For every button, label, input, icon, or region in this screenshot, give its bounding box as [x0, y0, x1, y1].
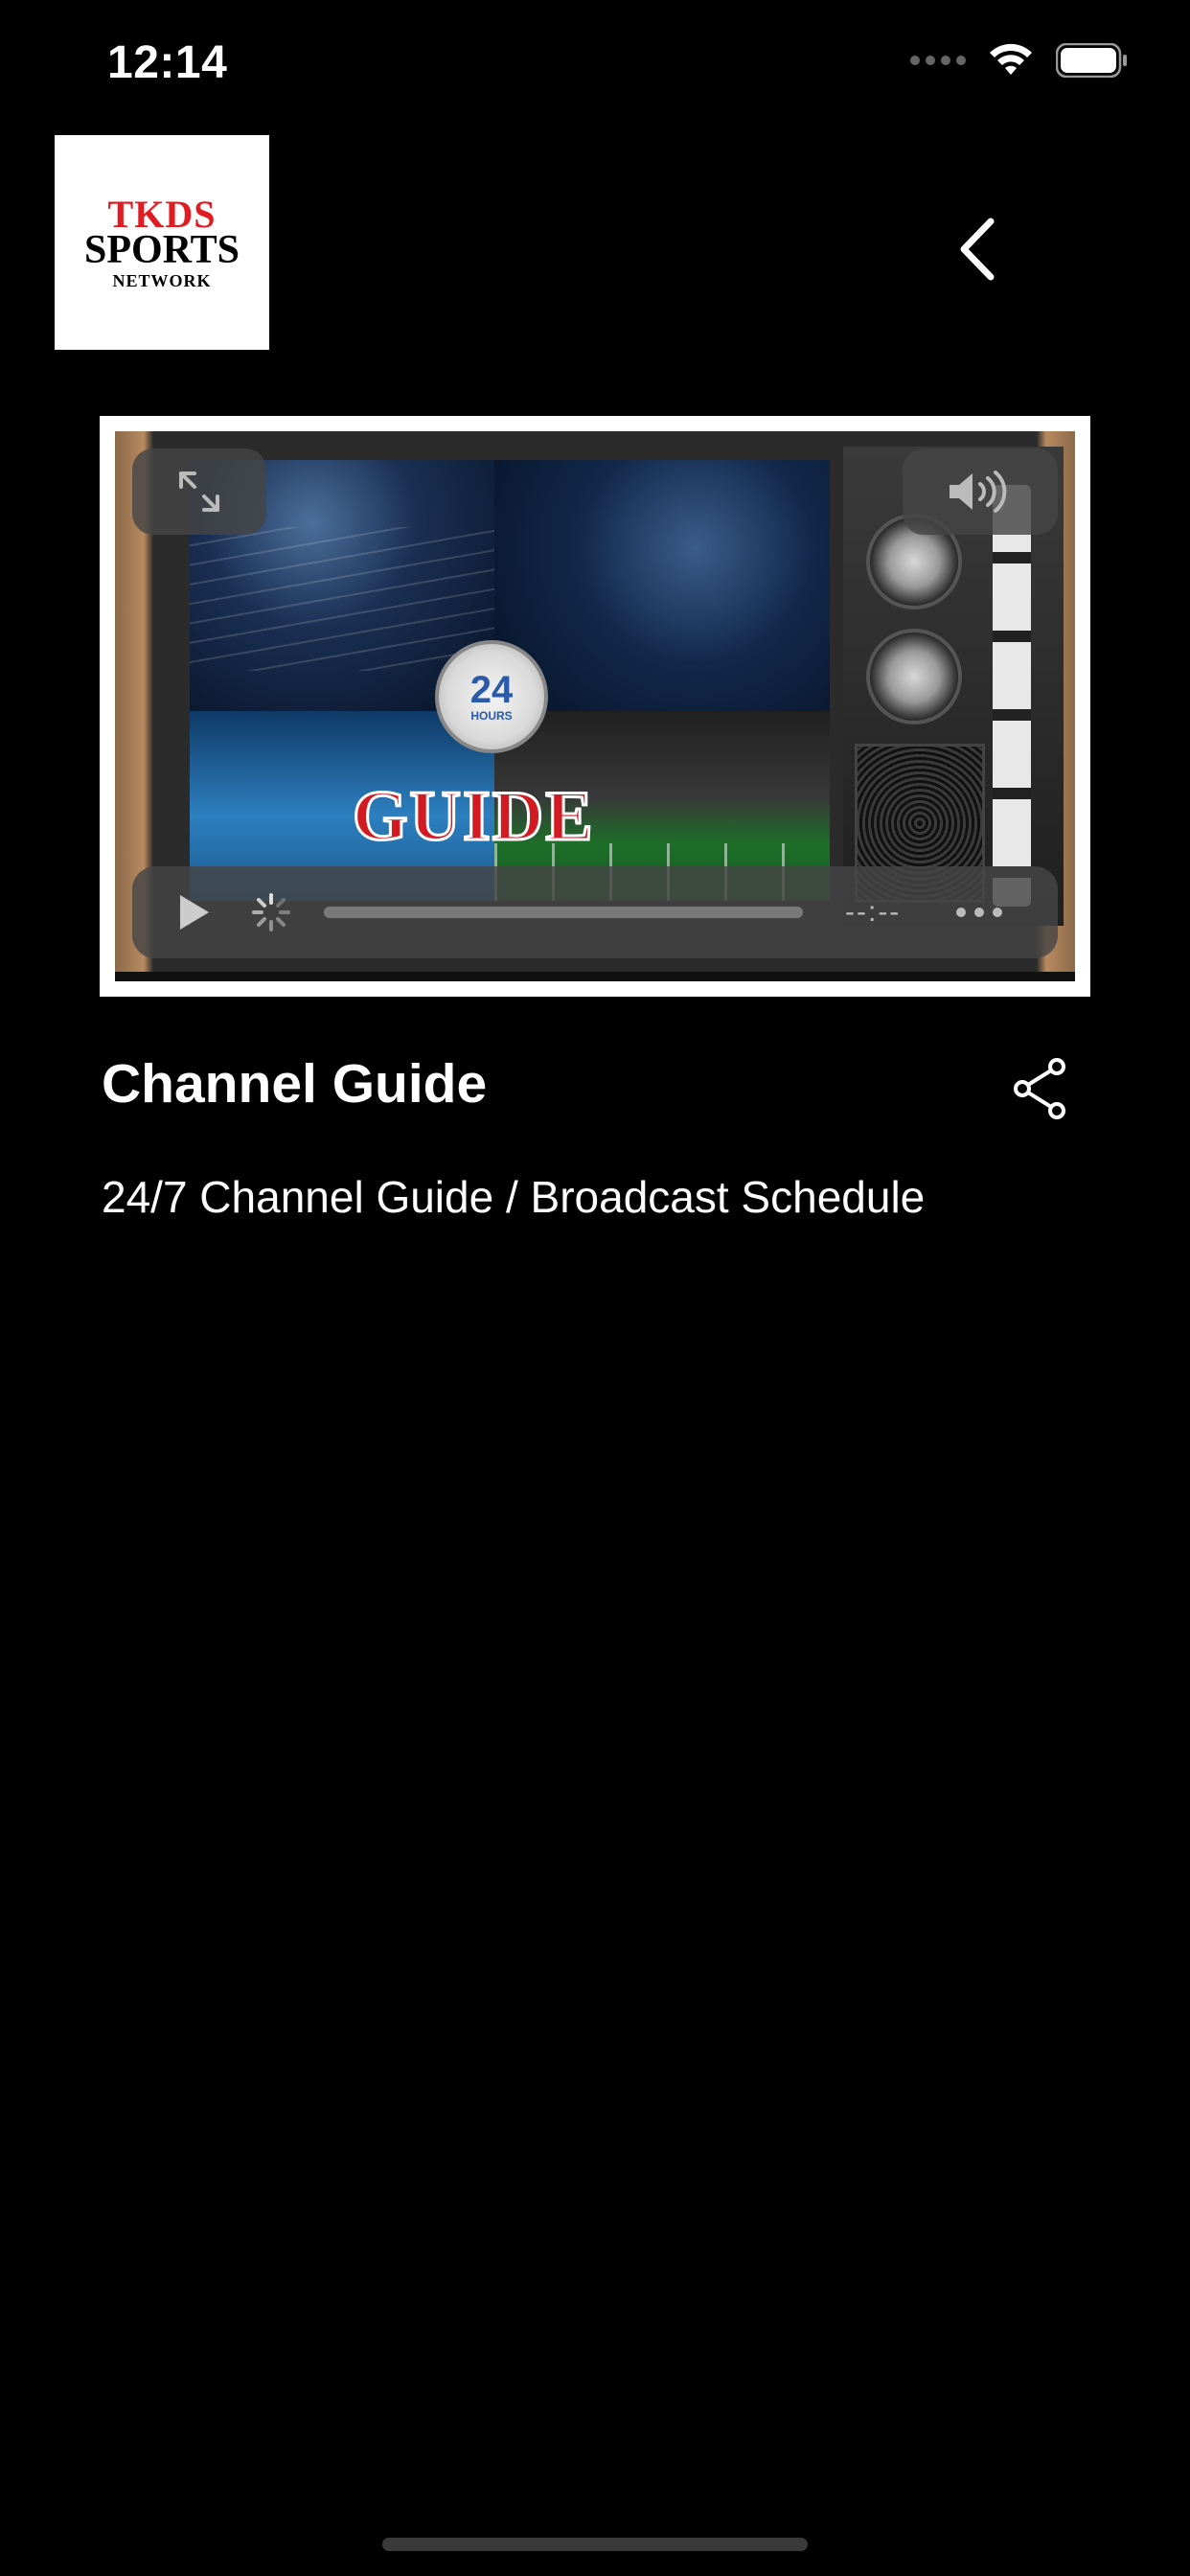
signal-icon — [910, 56, 966, 65]
speaker-icon — [950, 471, 1007, 513]
tkds-logo: TKDS SPORTS NETWORK — [55, 135, 269, 350]
page-title: Channel Guide — [102, 1053, 488, 1115]
clock-badge: 24 HOURS — [435, 640, 548, 753]
guide-text: GUIDE — [352, 776, 595, 858]
tv-screen: 24 HOURS GUIDE — [190, 460, 830, 901]
home-indicator[interactable] — [382, 2538, 808, 2551]
loading-indicator — [247, 888, 295, 936]
knob-icon — [866, 629, 962, 724]
wifi-icon — [990, 43, 1032, 75]
fullscreen-button[interactable] — [132, 448, 266, 535]
play-icon — [180, 895, 209, 930]
share-icon — [1014, 1058, 1065, 1119]
back-button[interactable] — [949, 211, 1006, 288]
battery-icon — [1056, 43, 1127, 78]
clock-label: HOURS — [470, 709, 513, 723]
playback-controls: --:-- — [132, 866, 1058, 958]
more-options-button[interactable] — [950, 893, 1008, 932]
status-time: 12:14 — [107, 37, 228, 88]
volume-button[interactable] — [903, 448, 1058, 535]
description-text: 24/7 Channel Guide / Broadcast Schedule — [102, 1172, 926, 1222]
play-button[interactable] — [165, 884, 222, 941]
time-display: --:-- — [845, 896, 902, 928]
logo-line-3: NETWORK — [112, 271, 212, 290]
clock-number: 24 — [469, 669, 514, 711]
status-icons — [910, 42, 1129, 79]
spinner-icon — [252, 893, 290, 932]
progress-scrubber[interactable] — [324, 907, 803, 918]
basketball-tile — [494, 460, 830, 711]
logo-line-2: SPORTS — [84, 228, 240, 272]
more-icon — [956, 908, 1003, 917]
share-button[interactable] — [1006, 1054, 1075, 1123]
expand-icon — [179, 472, 219, 512]
video-player[interactable]: 24 HOURS GUIDE --:-- — [100, 416, 1090, 997]
chevron-left-icon — [960, 218, 995, 281]
